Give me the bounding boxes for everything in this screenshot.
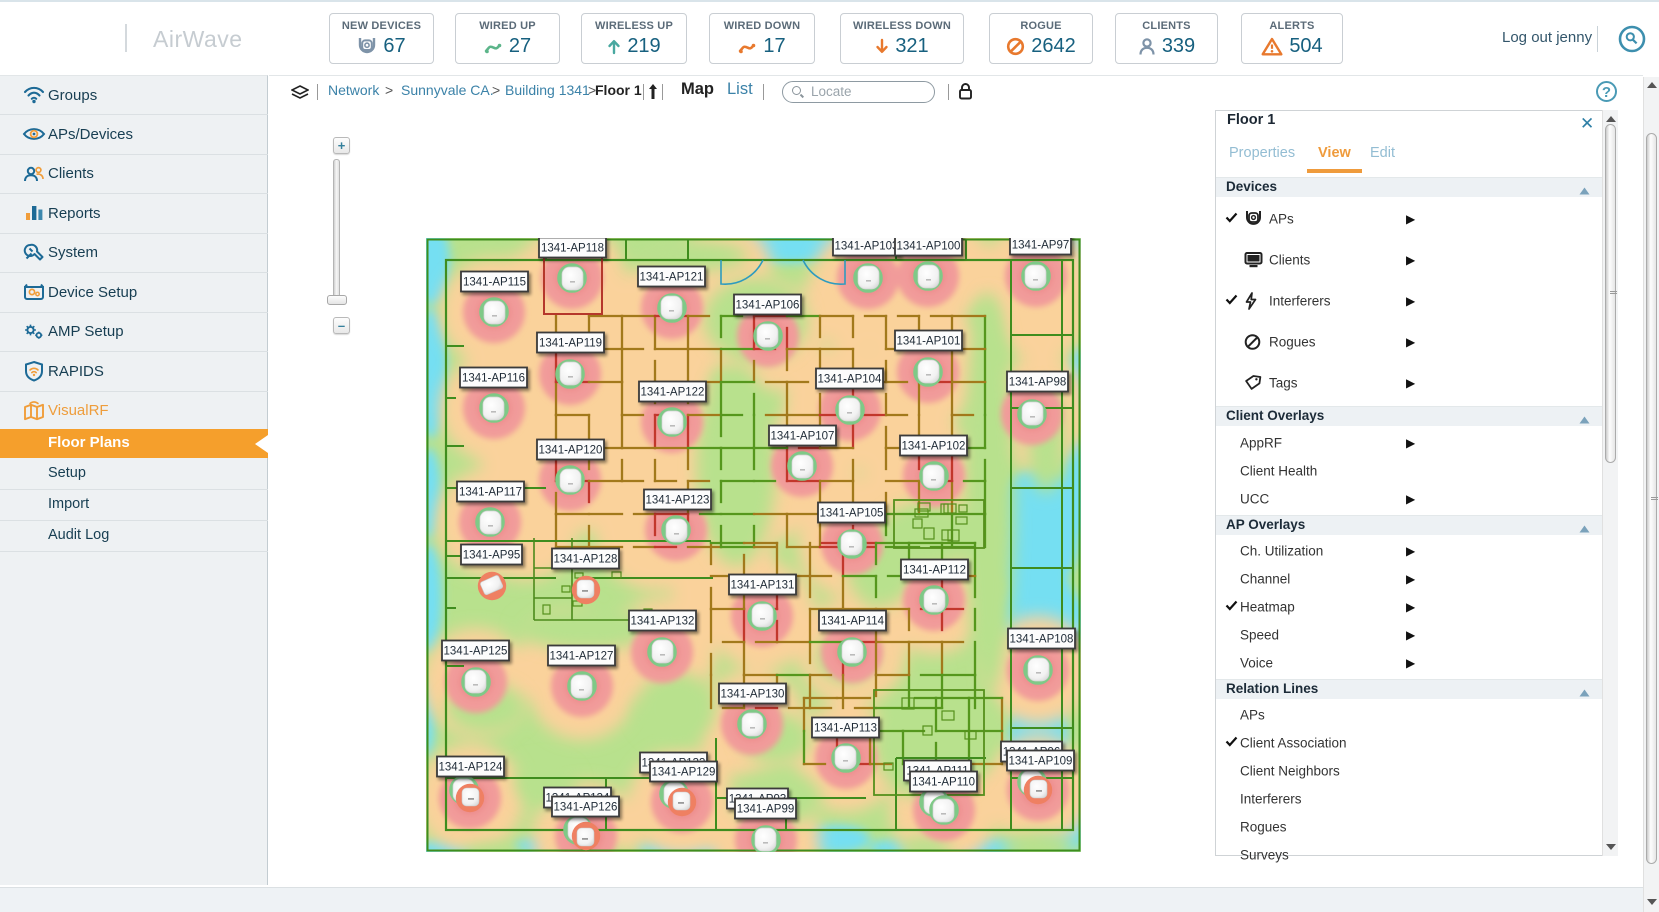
svg-text:1341-AP126: 1341-AP126 xyxy=(553,801,617,813)
svg-text:1341-AP112: 1341-AP112 xyxy=(902,564,965,576)
svg-text:1341-AP101: 1341-AP101 xyxy=(896,335,960,347)
svg-text:1341-AP131: 1341-AP131 xyxy=(730,579,794,591)
svg-text:1341-AP99: 1341-AP99 xyxy=(736,803,794,815)
svg-text:1341-AP116: 1341-AP116 xyxy=(461,372,524,384)
svg-text:1341-AP114: 1341-AP114 xyxy=(820,615,884,627)
svg-text:1341-AP97: 1341-AP97 xyxy=(1011,239,1069,251)
svg-text:1341-AP122: 1341-AP122 xyxy=(640,386,704,398)
svg-text:1341-AP104: 1341-AP104 xyxy=(817,373,882,385)
svg-text:1341-AP113: 1341-AP113 xyxy=(813,722,876,734)
svg-text:1341-AP115: 1341-AP115 xyxy=(462,276,525,288)
svg-text:1341-AP102: 1341-AP102 xyxy=(901,440,965,452)
svg-text:1341-AP120: 1341-AP120 xyxy=(538,444,602,456)
svg-text:1341-AP127: 1341-AP127 xyxy=(549,650,613,662)
svg-text:1341-AP119: 1341-AP119 xyxy=(538,337,601,349)
svg-text:1341-AP108: 1341-AP108 xyxy=(1009,633,1073,645)
svg-text:1341-AP103: 1341-AP103 xyxy=(834,240,898,252)
svg-text:1341-AP117: 1341-AP117 xyxy=(458,486,521,498)
svg-text:1341-AP128: 1341-AP128 xyxy=(553,553,617,565)
svg-text:1341-AP95: 1341-AP95 xyxy=(462,549,520,561)
svg-text:1341-AP123: 1341-AP123 xyxy=(645,494,709,506)
svg-text:1341-AP110: 1341-AP110 xyxy=(911,776,974,788)
svg-text:1341-AP100: 1341-AP100 xyxy=(896,240,960,252)
svg-text:1341-AP125: 1341-AP125 xyxy=(443,645,507,657)
svg-text:1341-AP105: 1341-AP105 xyxy=(819,507,883,519)
svg-text:1341-AP129: 1341-AP129 xyxy=(651,766,715,778)
svg-text:1341-AP98: 1341-AP98 xyxy=(1008,376,1066,388)
svg-text:1341-AP121: 1341-AP121 xyxy=(639,271,703,283)
svg-text:1341-AP132: 1341-AP132 xyxy=(630,615,694,627)
svg-text:1341-AP118: 1341-AP118 xyxy=(540,242,603,254)
svg-text:1341-AP130: 1341-AP130 xyxy=(720,688,784,700)
svg-text:1341-AP124: 1341-AP124 xyxy=(438,761,503,773)
svg-text:1341-AP107: 1341-AP107 xyxy=(770,430,834,442)
svg-text:1341-AP106: 1341-AP106 xyxy=(735,299,799,311)
svg-text:1341-AP109: 1341-AP109 xyxy=(1008,755,1072,767)
